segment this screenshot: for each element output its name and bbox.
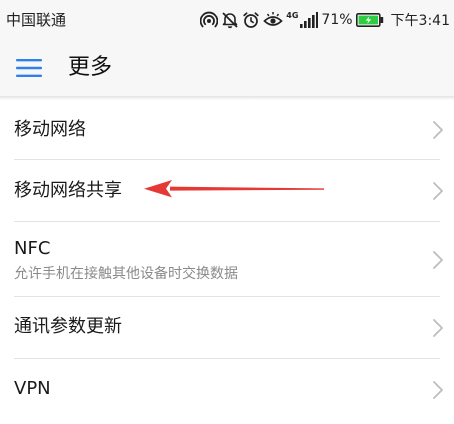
mute-icon [222, 12, 238, 29]
screen: 中国联通 4G 71% 下午3:41 更多 移动网络 移动网络共享 NFC 允许… [0, 0, 454, 424]
status-icons: 4G 71% 下午3:41 [200, 9, 450, 31]
eye-comfort-icon [263, 12, 284, 26]
chevron-right-icon [433, 381, 443, 399]
item-title: 移动网络共享 [14, 180, 122, 201]
list-item-vpn[interactable]: VPN [0, 359, 454, 421]
toolbar: 更多 [0, 40, 454, 96]
page-title: 更多 [68, 55, 113, 80]
chevron-right-icon [433, 182, 443, 200]
signal-icon [300, 12, 319, 28]
item-subtitle: 允许手机在接触其他设备时交换数据 [14, 266, 238, 282]
list-item-carrier-params-update[interactable]: 通讯参数更新 [0, 297, 454, 359]
hotspot-icon [200, 11, 219, 28]
list-item-nfc[interactable]: NFC 允许手机在接触其他设备时交换数据 [0, 222, 454, 297]
list-item-tethering[interactable]: 移动网络共享 [0, 160, 454, 222]
list-item-mobile-network[interactable]: 移动网络 [0, 100, 454, 160]
chevron-right-icon [433, 319, 443, 337]
chevron-right-icon [433, 121, 443, 139]
carrier-name: 中国联通 [6, 11, 67, 29]
item-title: 移动网络 [14, 119, 86, 140]
hamburger-menu-icon [16, 59, 42, 77]
status-bar: 中国联通 4G 71% 下午3:41 [0, 0, 454, 40]
item-title: NFC [14, 238, 51, 259]
battery-charging-icon [355, 13, 383, 27]
item-title: VPN [14, 378, 51, 399]
alarm-icon [243, 12, 259, 28]
settings-list: 移动网络 移动网络共享 NFC 允许手机在接触其他设备时交换数据 通讯参数更新 [0, 100, 454, 421]
menu-button[interactable] [12, 52, 46, 84]
clock: 下午3:41 [390, 13, 450, 29]
network-type-label: 4G [286, 11, 299, 20]
battery-percent: 71% [321, 12, 353, 28]
chevron-right-icon [433, 251, 443, 269]
item-title: 通讯参数更新 [14, 316, 122, 337]
